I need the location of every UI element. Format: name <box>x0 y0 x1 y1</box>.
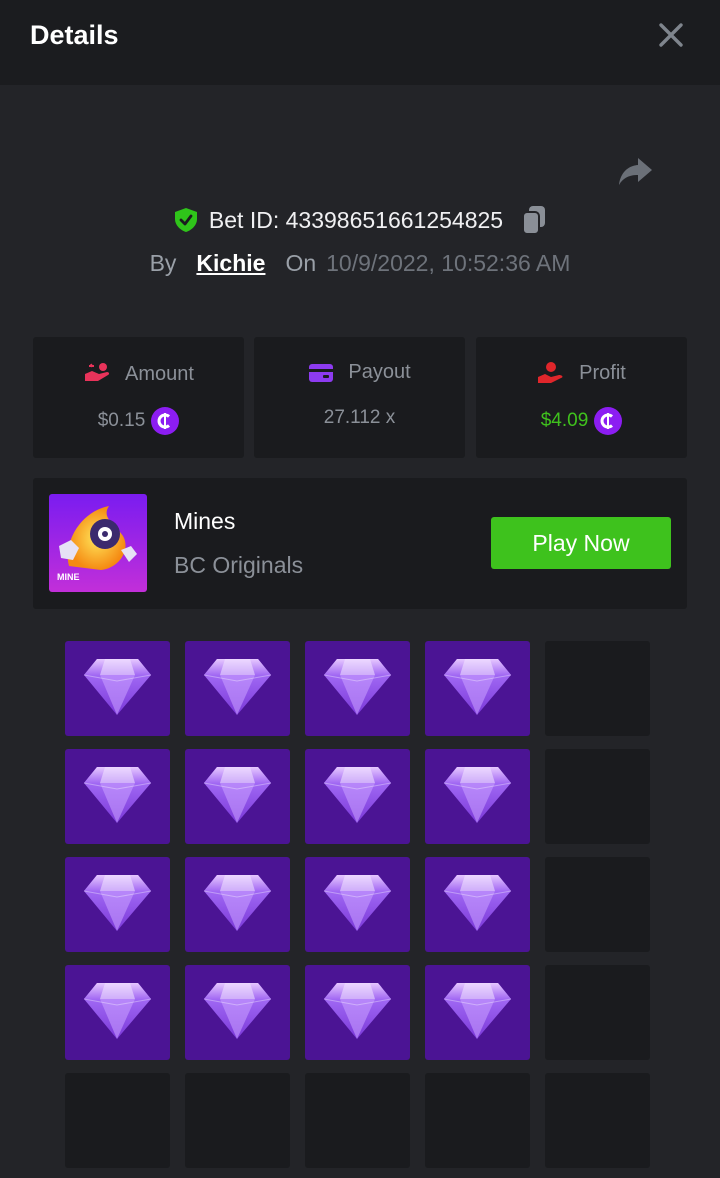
gem-tile <box>65 965 170 1060</box>
empty-tile <box>545 1073 650 1168</box>
gem-tile <box>425 749 530 844</box>
diamond-icon <box>443 983 512 1039</box>
gem-tile <box>185 749 290 844</box>
wallet-icon <box>309 363 334 382</box>
diamond-icon <box>203 875 272 931</box>
coin-icon <box>594 407 623 435</box>
diamond-icon <box>443 875 512 931</box>
payout-label: Payout <box>348 361 411 383</box>
empty-tile <box>65 1073 170 1168</box>
by-label: By <box>149 249 177 276</box>
amount-label: Amount <box>125 362 194 385</box>
coin-icon <box>151 407 180 435</box>
gem-tile <box>425 857 530 952</box>
gem-tile <box>185 965 290 1060</box>
diamond-icon <box>323 875 392 931</box>
gem-tile <box>305 965 410 1060</box>
profit-label: Profit <box>579 361 626 384</box>
diamond-icon <box>83 875 152 931</box>
empty-tile <box>185 1073 290 1168</box>
amount-card: Amount $0.15 <box>33 337 244 458</box>
header-bar: Details <box>0 0 720 85</box>
username-link[interactable]: Kichie <box>196 250 265 277</box>
bet-id-row: Bet ID: 4339865166125482­5 <box>0 202 720 238</box>
game-thumbnail[interactable]: MINE <box>49 494 147 592</box>
empty-tile <box>425 1073 530 1168</box>
game-name: Mines <box>174 508 236 534</box>
diamond-icon <box>83 767 152 823</box>
diamond-icon <box>203 983 272 1039</box>
empty-tile <box>545 857 650 952</box>
empty-tile <box>545 641 650 736</box>
diamond-icon <box>443 659 512 715</box>
page-title: Details <box>30 20 119 50</box>
bet-datetime: 10/9/2022, 10:52:36 AM <box>326 249 571 276</box>
on-label: On <box>285 249 317 276</box>
gem-tile <box>65 857 170 952</box>
profit-card: Profit $4.09 <box>476 337 687 458</box>
thumb-label: MINE <box>57 572 80 582</box>
diamond-icon <box>203 767 272 823</box>
empty-tile <box>305 1073 410 1168</box>
empty-tile <box>545 749 650 844</box>
shield-check-icon <box>174 208 197 232</box>
profit-value: $4.09 <box>540 410 589 431</box>
game-provider: BC Originals <box>174 552 304 578</box>
diamond-icon <box>443 767 512 823</box>
gem-tile <box>65 749 170 844</box>
amount-value: $0.15 <box>97 410 146 431</box>
mines-game-art: MINE <box>49 494 147 592</box>
diamond-icon <box>323 767 392 823</box>
close-icon[interactable] <box>656 20 686 50</box>
diamond-icon <box>83 983 152 1039</box>
diamond-icon <box>323 983 392 1039</box>
diamond-icon <box>323 659 392 715</box>
gem-tile <box>425 965 530 1060</box>
play-now-button[interactable]: Play Now <box>491 517 671 569</box>
bet-meta-row: By Kichie On 10/9/2022, 10:52:36 AM <box>0 246 720 280</box>
bet-id: Bet ID: 4339865166125482­5 <box>208 206 504 233</box>
diamond-icon <box>203 659 272 715</box>
gem-tile <box>185 857 290 952</box>
share-icon[interactable] <box>614 150 656 192</box>
game-card: MINE Mines BC Originals Play Now <box>33 478 687 609</box>
profit-hand-icon <box>538 362 563 383</box>
gem-tile <box>305 749 410 844</box>
gem-tile <box>65 641 170 736</box>
gem-tile <box>425 641 530 736</box>
empty-tile <box>545 965 650 1060</box>
diamond-icon <box>83 659 152 715</box>
payout-value: 27.112 x <box>323 407 396 428</box>
hand-coins-icon <box>85 363 110 381</box>
payout-card: Payout 27.112 x <box>254 337 465 458</box>
gem-tile <box>305 641 410 736</box>
gem-tile <box>305 857 410 952</box>
gem-tile <box>185 641 290 736</box>
copy-icon[interactable] <box>521 205 547 235</box>
